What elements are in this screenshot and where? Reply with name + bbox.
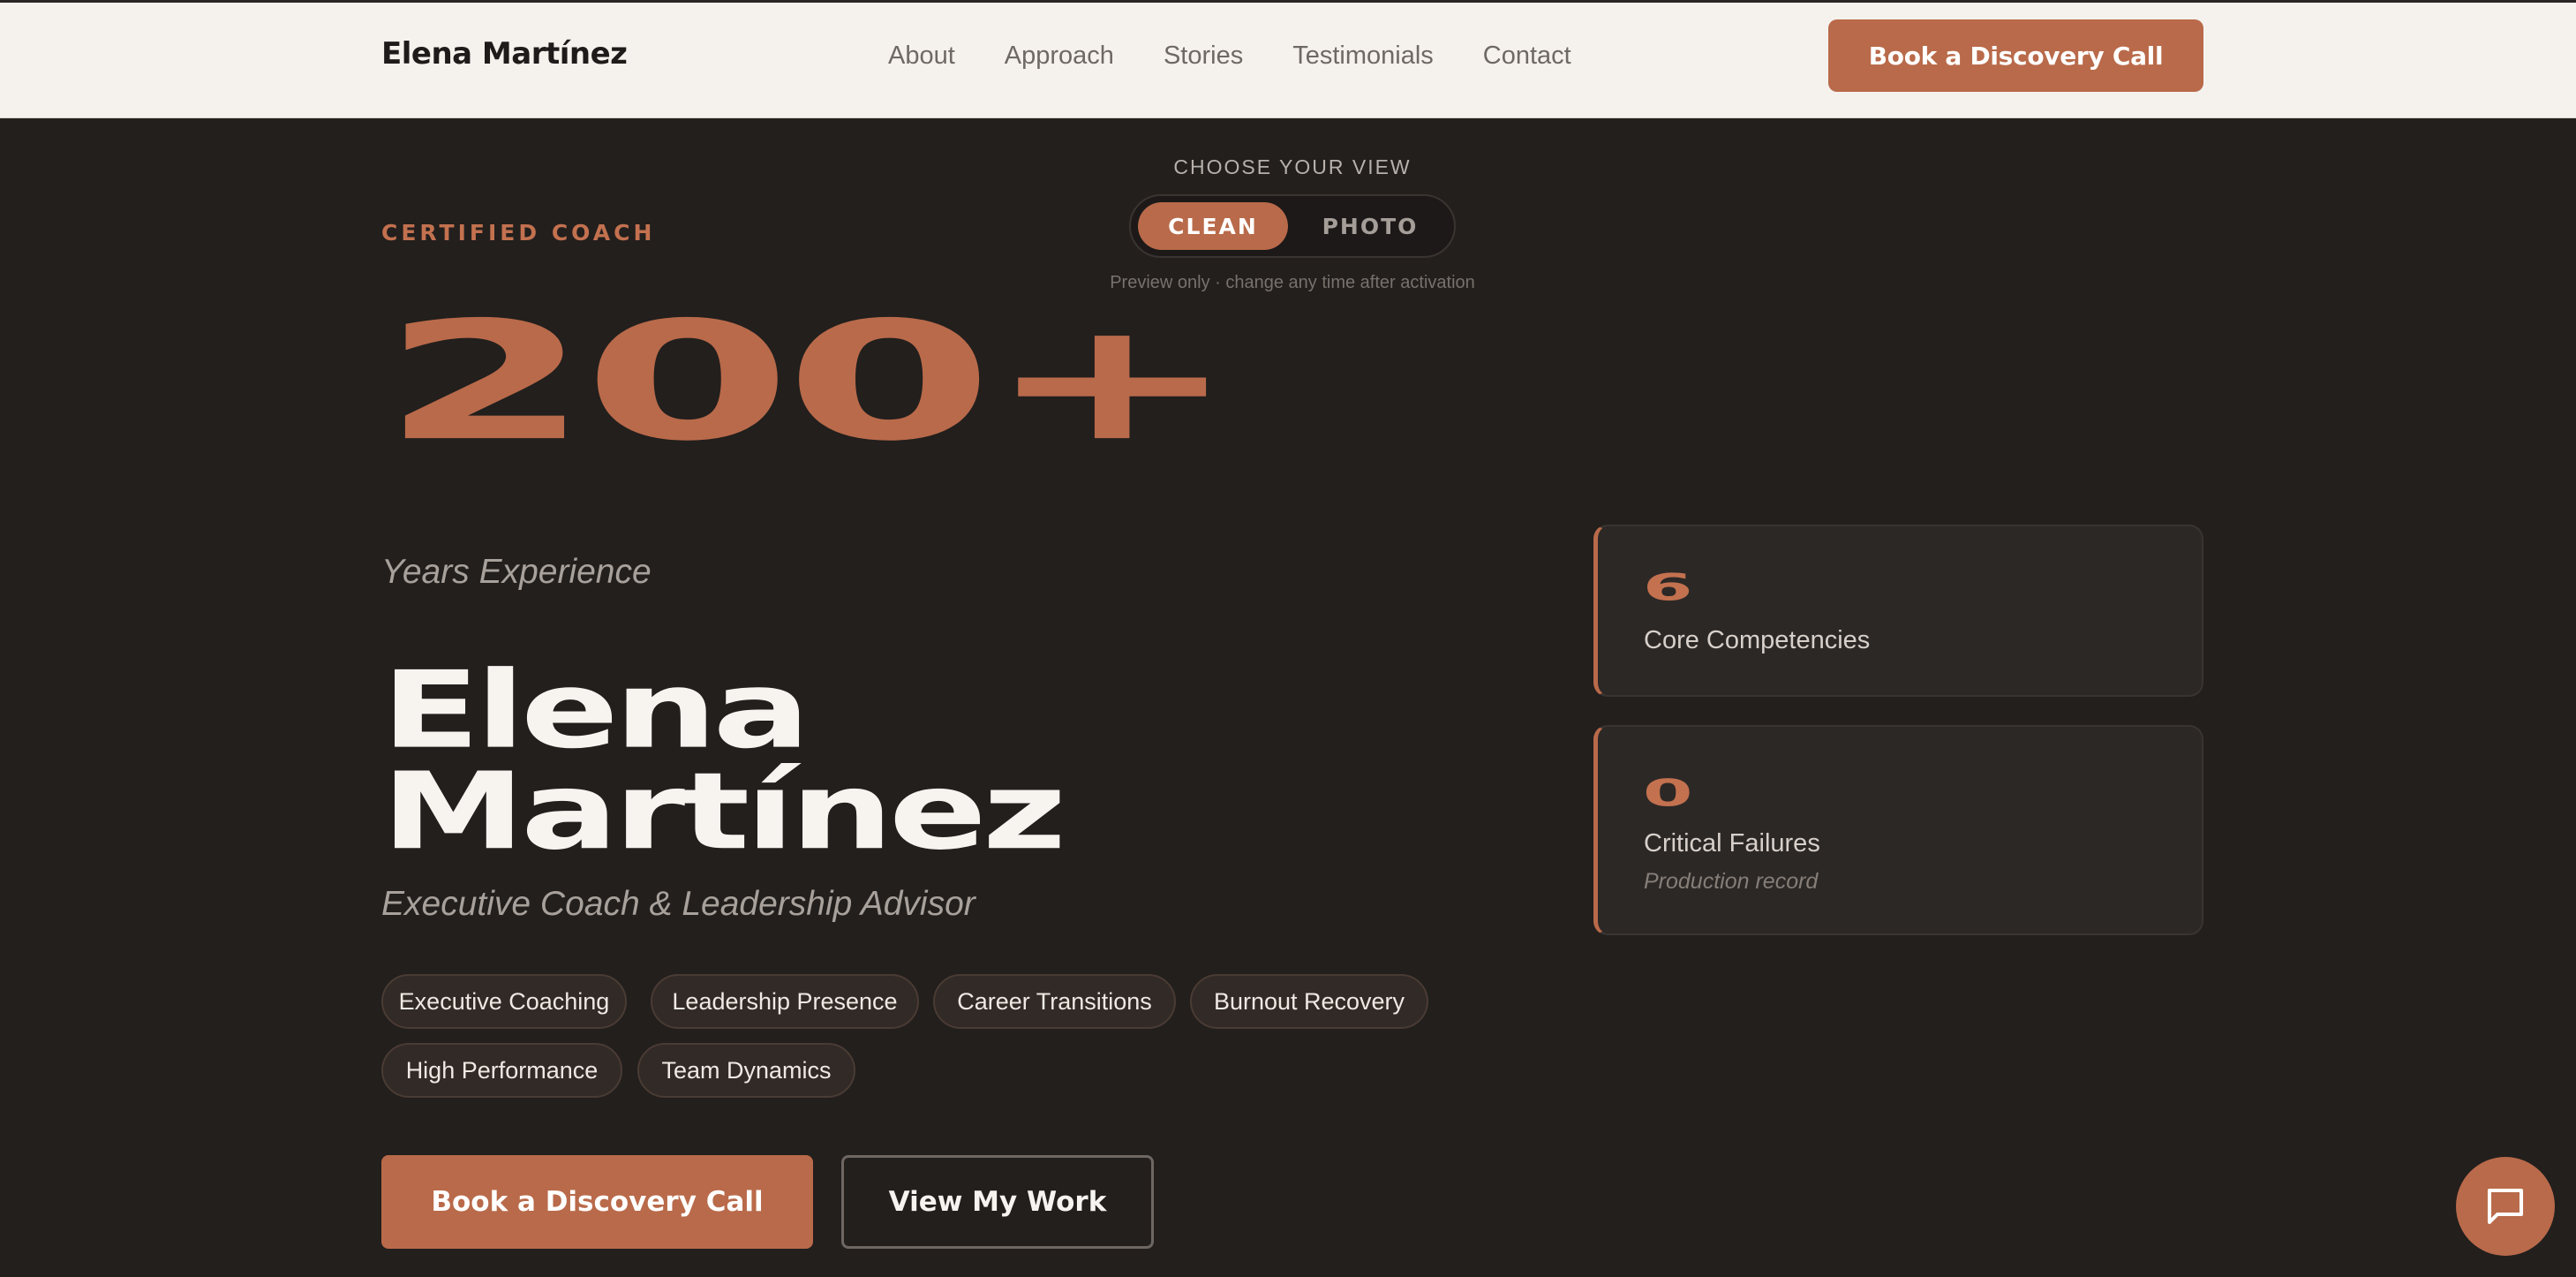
chat-bubble-icon [2487,1188,2524,1225]
chat-button[interactable] [2456,1157,2555,1256]
header-cta-button[interactable]: Book a Discovery Call [1828,19,2203,92]
stat-label: Critical Failures [1644,829,1820,858]
tag-high-performance: High Performance [381,1043,622,1098]
hero-big-number-caption: Years Experience [381,553,652,591]
stat-value: 6 [1643,565,1693,609]
hero-big-number: 200+ [381,286,1238,477]
stat-card-competencies: 6 Core Competencies [1593,525,2203,697]
nav-stories[interactable]: Stories [1164,42,1243,71]
hero-name: Elena Martínez [381,648,1066,874]
stat-card-failures: 0 Critical Failures Production record [1593,725,2203,935]
nav-testimonials[interactable]: Testimonials [1292,42,1434,71]
stat-value: 0 [1643,771,1693,815]
tag-leadership-presence: Leadership Presence [651,974,919,1029]
view-my-work-button[interactable]: View My Work [841,1155,1154,1249]
view-chooser-label: CHOOSE YOUR VIEW [1173,155,1412,178]
view-option-photo[interactable]: PHOTO [1295,202,1445,250]
stat-label: Core Competencies [1644,626,1871,654]
nav-approach[interactable]: Approach [1005,42,1114,71]
main-nav: About Approach Stories Testimonials Cont… [888,42,1621,71]
hero-role: Executive Coach & Leadership Advisor [381,885,975,923]
tag-team-dynamics: Team Dynamics [637,1043,855,1098]
tag-burnout-recovery: Burnout Recovery [1190,974,1428,1029]
brand-logo[interactable]: Elena Martínez [381,36,628,72]
nav-about[interactable]: About [888,42,955,71]
view-option-clean[interactable]: CLEAN [1138,202,1288,250]
hero-name-last: Martínez [381,750,1066,874]
nav-contact[interactable]: Contact [1483,42,1571,71]
hero-eyebrow: CERTIFIED COACH [381,220,656,246]
tag-executive-coaching: Executive Coaching [381,974,627,1029]
book-discovery-call-button[interactable]: Book a Discovery Call [381,1155,813,1249]
view-toggle: CLEAN PHOTO [1129,194,1456,258]
site-header: Elena Martínez About Approach Stories Te… [0,3,2576,118]
hero-name-first: Elena [381,648,810,773]
tag-career-transitions: Career Transitions [933,974,1176,1029]
stat-sub-label: Production record [1644,869,1819,894]
